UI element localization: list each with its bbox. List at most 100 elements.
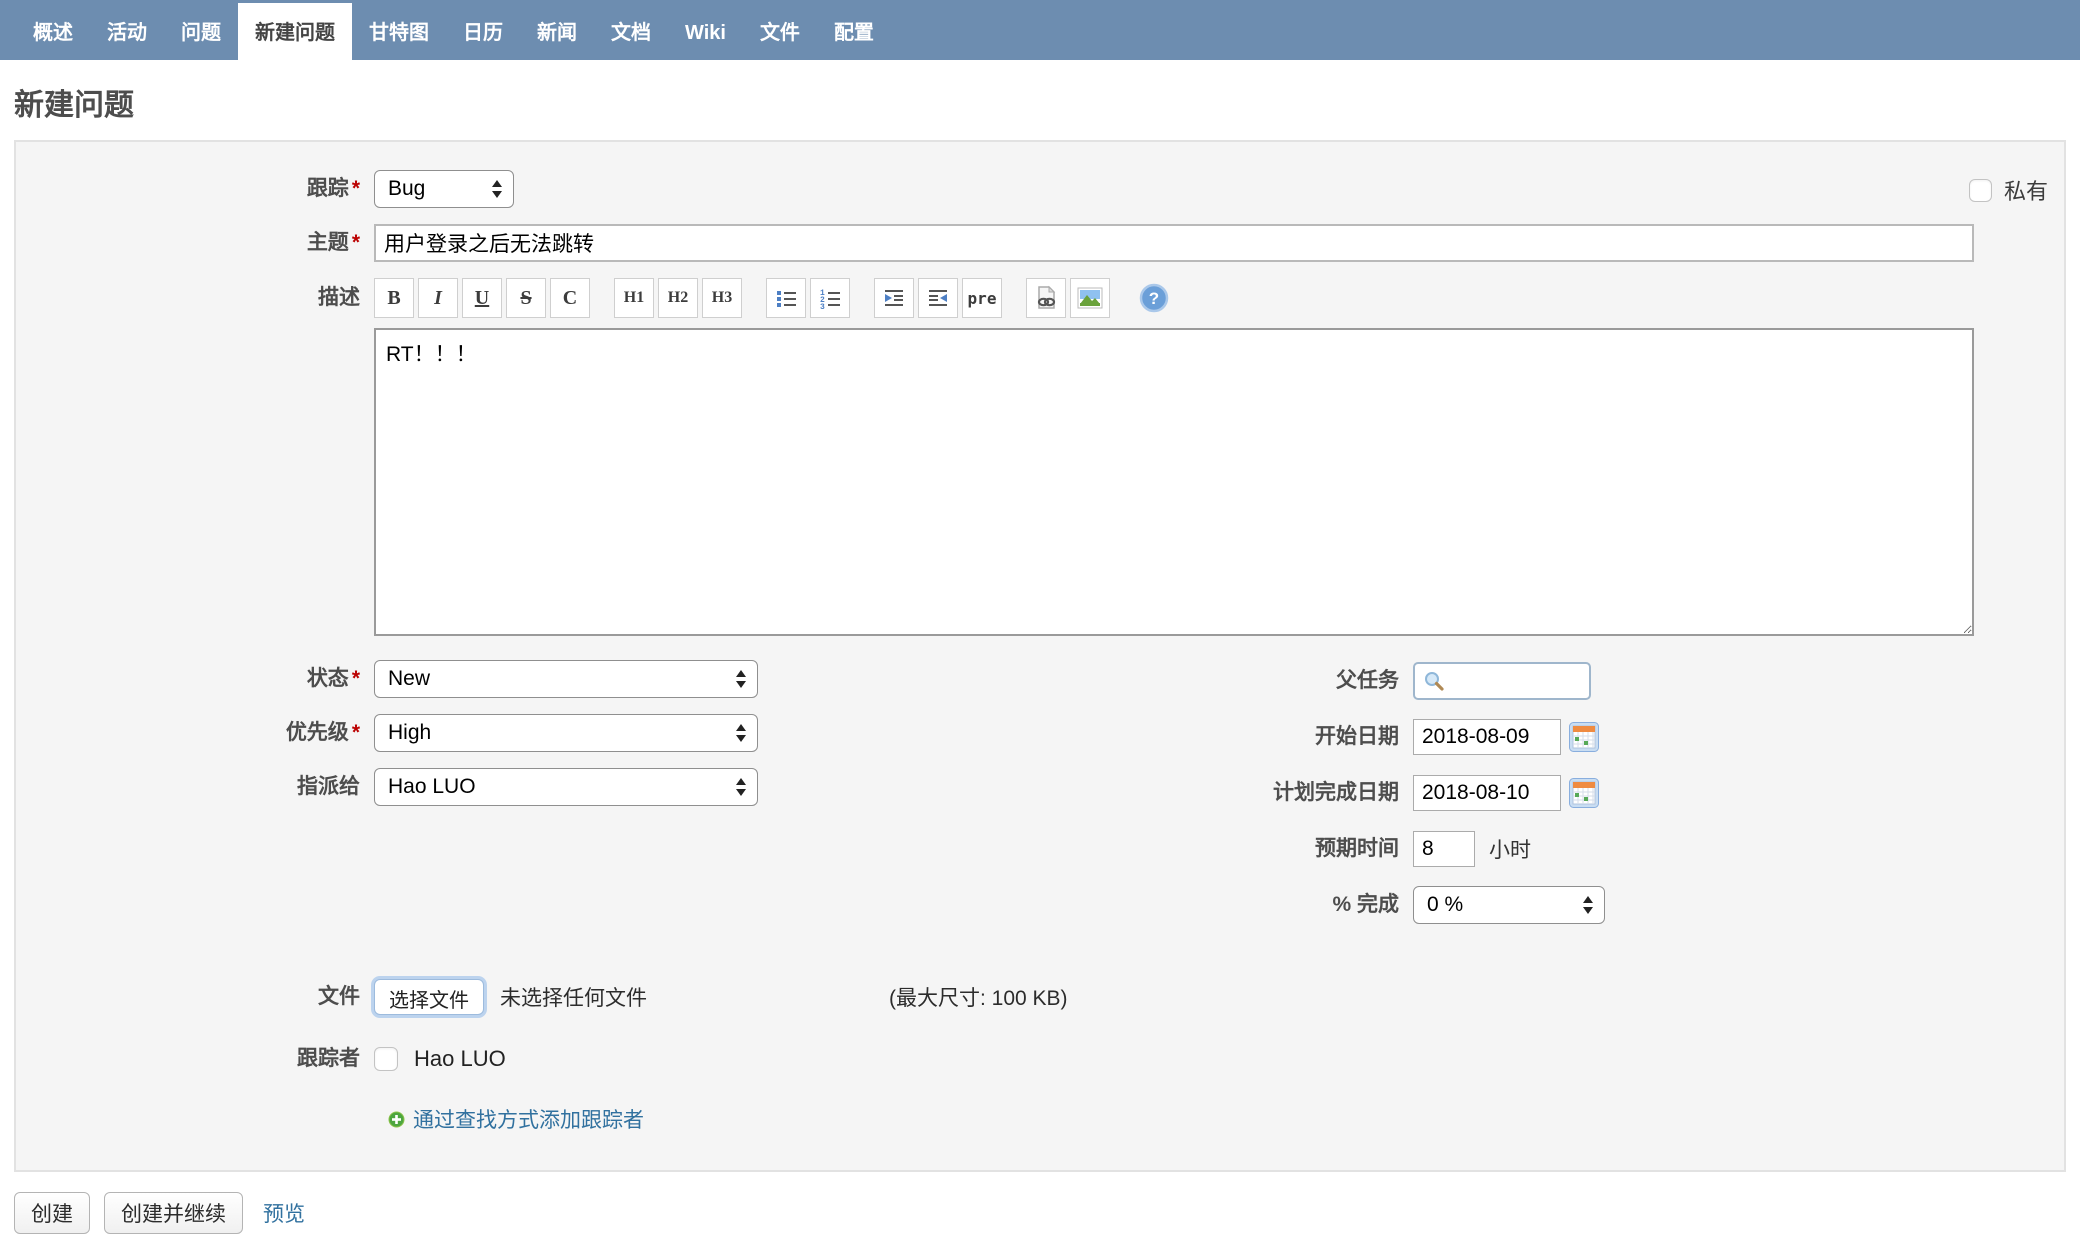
italic-button[interactable]: I — [418, 278, 458, 318]
image-icon[interactable] — [1070, 278, 1110, 318]
required-asterisk: * — [351, 721, 360, 744]
heading1-button[interactable]: H1 — [614, 278, 654, 318]
assignee-value: Hao LUO — [388, 775, 476, 798]
status-select[interactable]: New — [374, 660, 758, 698]
create-button[interactable]: 创建 — [14, 1192, 90, 1234]
bold-button[interactable]: B — [374, 278, 414, 318]
estimated-time-label: 预期时间 — [1315, 837, 1399, 860]
estimated-time-unit: 小时 — [1489, 839, 1531, 862]
add-watcher-link[interactable]: 通过查找方式添加跟踪者 — [413, 1104, 644, 1134]
heading3-button[interactable]: H3 — [702, 278, 742, 318]
status-row: 状态 * New — [16, 660, 2064, 698]
due-date-label: 计划完成日期 — [1273, 781, 1399, 804]
estimated-time-row: 预期时间 小时 — [1221, 830, 1605, 868]
tab-calendar[interactable]: 日历 — [446, 3, 520, 60]
watchers-row: 跟踪者 Hao LUO — [16, 1040, 2064, 1078]
text-formatting-toolbar: B I U S C H1 H2 H3 1 2 3 pre ? — [374, 278, 1178, 318]
updown-arrows-icon — [1583, 896, 1593, 914]
link-icon[interactable] — [1026, 278, 1066, 318]
attributes-section: 状态 * New 优先级 * High 指派给 Hao LUO 父任务 开始日期… — [16, 660, 2064, 960]
priority-label: 优先级 * — [285, 721, 360, 744]
estimated-time-input[interactable] — [1413, 831, 1475, 867]
max-size-text: (最大尺寸: 100 KB) — [889, 987, 1068, 1010]
tab-settings[interactable]: 配置 — [817, 3, 891, 60]
done-ratio-value: 0 % — [1427, 893, 1464, 916]
description-toolbar-row: 描述 B I U S C H1 H2 H3 1 2 3 pre ? — [16, 278, 2064, 318]
done-ratio-select[interactable]: 0 % — [1413, 886, 1605, 924]
description-textarea[interactable]: RT！！！ — [374, 328, 1974, 636]
parent-task-label: 父任务 — [1336, 669, 1399, 692]
tab-gantt[interactable]: 甘特图 — [352, 3, 446, 60]
priority-row: 优先级 * High — [16, 714, 2064, 752]
underline-button[interactable]: U — [462, 278, 502, 318]
calendar-icon[interactable] — [1569, 778, 1599, 808]
done-ratio-label: % 完成 — [1332, 893, 1399, 916]
tracker-label: 跟踪 * — [306, 177, 360, 200]
tab-new-issue[interactable]: 新建问题 — [238, 3, 352, 60]
required-asterisk: * — [351, 177, 360, 200]
indent-right-icon[interactable] — [874, 278, 914, 318]
private-label: 私有 — [2003, 179, 2048, 204]
assignee-row: 指派给 Hao LUO — [16, 768, 2064, 806]
files-row: 文件 选择文件 未选择任何文件 (最大尺寸: 100 KB) — [16, 978, 2064, 1016]
parent-task-input[interactable] — [1413, 662, 1591, 700]
required-asterisk: * — [351, 231, 360, 254]
indent-left-icon[interactable] — [918, 278, 958, 318]
assignee-label: 指派给 — [297, 775, 360, 798]
files-label: 文件 — [318, 985, 360, 1008]
subject-input[interactable] — [374, 224, 1974, 262]
code-button[interactable]: C — [550, 278, 590, 318]
priority-value: High — [388, 721, 432, 744]
due-date-input[interactable] — [1413, 775, 1561, 811]
watcher-name: Hao LUO — [414, 1046, 506, 1071]
tracker-value: Bug — [388, 177, 426, 200]
assignee-select[interactable]: Hao LUO — [374, 768, 758, 806]
tab-overview[interactable]: 概述 — [16, 3, 90, 60]
required-asterisk: * — [351, 667, 360, 690]
private-field: 私有 — [1968, 174, 2048, 206]
add-icon — [388, 1111, 405, 1127]
tab-files[interactable]: 文件 — [743, 3, 817, 60]
start-date-label: 开始日期 — [1315, 725, 1399, 748]
create-and-continue-button[interactable]: 创建并继续 — [104, 1192, 243, 1234]
tab-activity[interactable]: 活动 — [90, 3, 164, 60]
preformatted-button[interactable]: pre — [962, 278, 1002, 318]
preview-link[interactable]: 预览 — [263, 1198, 305, 1228]
done-ratio-row: % 完成 0 % — [1221, 886, 1605, 924]
unordered-list-icon[interactable] — [766, 278, 806, 318]
tab-documents[interactable]: 文档 — [594, 3, 668, 60]
tab-news[interactable]: 新闻 — [520, 3, 594, 60]
priority-select[interactable]: High — [374, 714, 758, 752]
status-value: New — [388, 667, 431, 690]
status-label: 状态 * — [306, 667, 360, 690]
svg-text:3: 3 — [820, 303, 825, 310]
attributes-left-column: 状态 * New 优先级 * High 指派给 Hao LUO — [16, 660, 2064, 806]
updown-arrows-icon — [736, 670, 746, 688]
page-title: 新建问题 — [14, 89, 134, 122]
project-tab-bar: 概述 活动 问题 新建问题 甘特图 日历 新闻 文档 Wiki 文件 配置 — [0, 0, 2080, 60]
watchers-label: 跟踪者 — [297, 1047, 360, 1070]
watcher-checkbox[interactable] — [374, 1047, 398, 1071]
ordered-list-icon[interactable]: 1 2 3 — [810, 278, 850, 318]
new-issue-form: 私有 跟踪* Bug 主题* 描述 B I U S C H1 H2 — [14, 140, 2066, 1172]
updown-arrows-icon — [492, 180, 502, 198]
due-date-row: 计划完成日期 — [1221, 774, 1605, 812]
heading2-button[interactable]: H2 — [658, 278, 698, 318]
tab-issues[interactable]: 问题 — [164, 3, 238, 60]
strikethrough-button[interactable]: S — [506, 278, 546, 318]
no-file-selected-text: 未选择任何文件 — [500, 987, 647, 1010]
help-icon[interactable]: ? — [1134, 278, 1174, 318]
tab-wiki[interactable]: Wiki — [668, 9, 743, 60]
start-date-input[interactable] — [1413, 719, 1561, 755]
form-actions: 创建 创建并继续 预览 — [14, 1192, 2066, 1234]
description-row: RT！！！ — [16, 328, 2064, 636]
parent-task-row: 父任务 — [1221, 662, 1605, 700]
tracker-select[interactable]: Bug — [374, 170, 514, 208]
search-icon — [1425, 672, 1444, 691]
svg-text:?: ? — [1149, 289, 1159, 308]
add-watcher-row: 通过查找方式添加跟踪者 — [388, 1104, 2064, 1134]
choose-file-button[interactable]: 选择文件 — [374, 979, 484, 1015]
private-checkbox[interactable] — [1968, 178, 1992, 202]
calendar-icon[interactable] — [1569, 722, 1599, 752]
tracker-row: 跟踪 * Bug — [16, 170, 2064, 208]
